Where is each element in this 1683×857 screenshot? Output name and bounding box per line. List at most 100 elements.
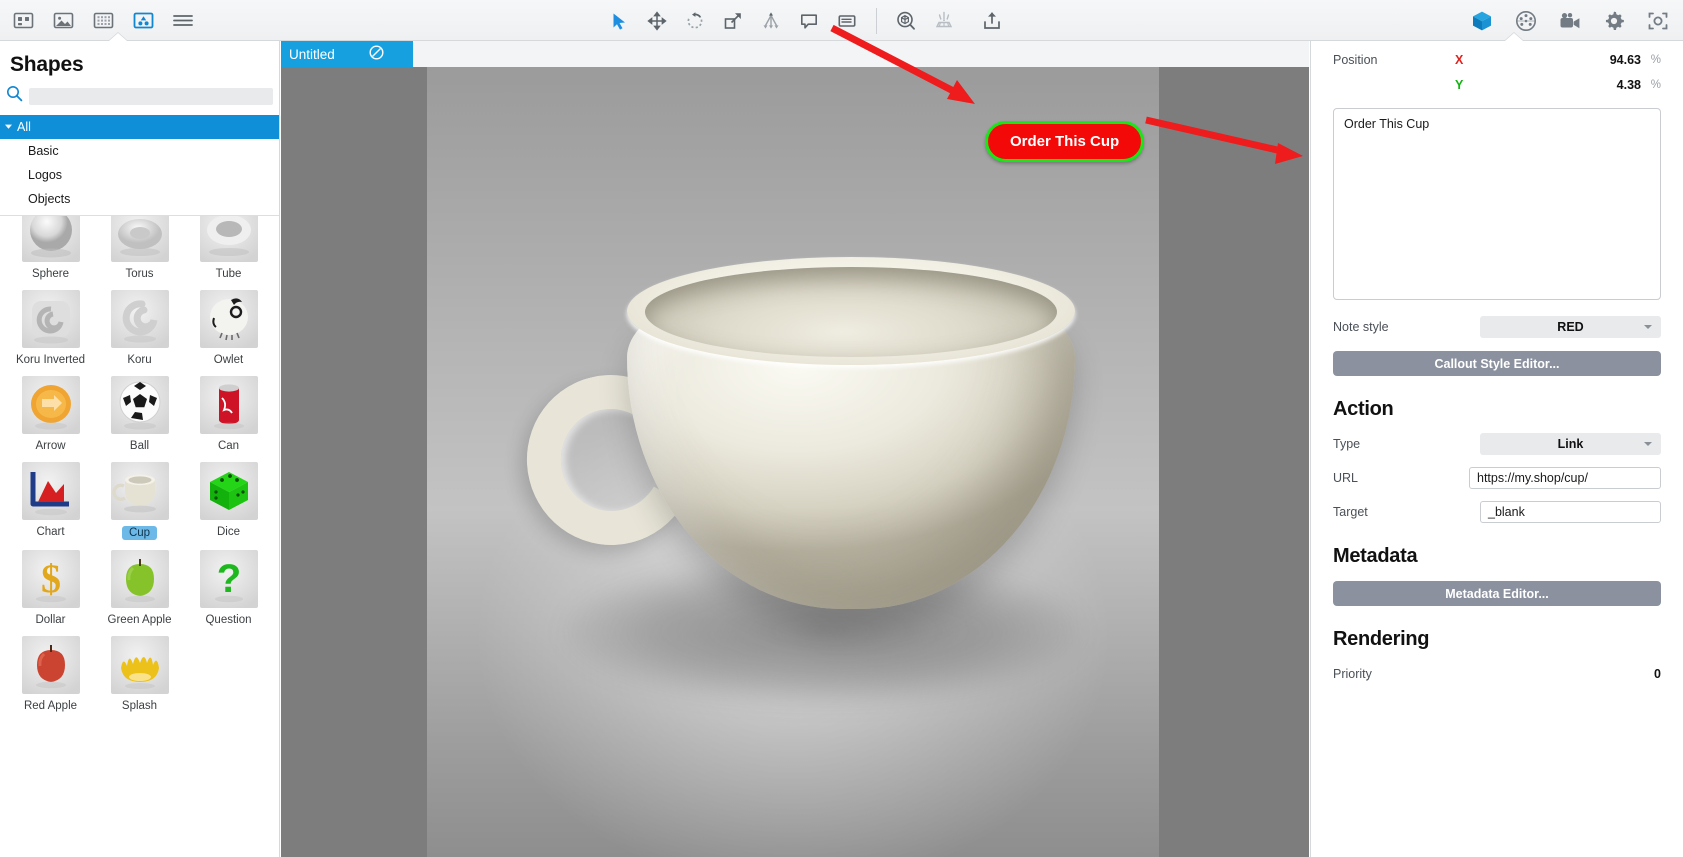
target-input[interactable]: _blank	[1480, 501, 1661, 523]
callout-style-editor-button[interactable]: Callout Style Editor...	[1333, 351, 1661, 376]
koru-inverted-thumb	[21, 290, 80, 348]
export-share-icon[interactable]	[977, 6, 1007, 36]
light-rig-icon[interactable]	[929, 6, 959, 36]
url-input[interactable]: https://my.shop/cup/	[1469, 467, 1661, 489]
action-target-label: Target	[1333, 505, 1368, 519]
shape-cell-chart[interactable]: Chart	[6, 456, 95, 544]
action-type-row: Type Link	[1333, 433, 1661, 455]
object-panel-caret	[1505, 33, 1523, 41]
hamburger-menu-icon[interactable]	[168, 5, 198, 35]
shape-cell-cup[interactable]: Cup	[95, 456, 184, 544]
position-block: Position X 94.63 % Y 4.38 %	[1333, 41, 1661, 97]
shape-cell-question[interactable]: ? Question	[184, 544, 273, 630]
shape-label: Sphere	[31, 268, 70, 280]
position-label: Position	[1333, 52, 1378, 67]
shape-cell-owlet[interactable]: Owlet	[184, 284, 273, 370]
red-apple-thumb	[21, 636, 80, 694]
tab-untitled[interactable]: Untitled	[281, 41, 413, 67]
shape-label: Owlet	[213, 354, 244, 366]
sidebar-item-objects[interactable]: Objects	[0, 187, 279, 211]
video-camera-icon[interactable]	[1555, 6, 1585, 36]
sidebar-item-logos[interactable]: Logos	[0, 163, 279, 187]
shape-cell-splash[interactable]: Splash	[95, 630, 184, 716]
cup-3d-model[interactable]	[508, 257, 1083, 705]
shape-cell-red-apple[interactable]: Red Apple	[6, 630, 95, 716]
sidebar-item-basic[interactable]: Basic	[0, 139, 279, 163]
priority-value[interactable]: 0	[1654, 667, 1661, 681]
action-type-select[interactable]: Link	[1480, 433, 1661, 455]
search-icon	[6, 85, 23, 107]
sidebar-item-label: Basic	[28, 144, 59, 158]
toolbar-center-group	[604, 0, 1007, 41]
texture-grid-icon[interactable]	[88, 5, 118, 35]
search-input[interactable]	[29, 87, 273, 105]
shape-cell-koru[interactable]: Koru	[95, 284, 184, 370]
shape-label: Question	[205, 614, 252, 626]
tab-label: Untitled	[289, 46, 335, 62]
tab-bar: Untitled	[281, 41, 1309, 67]
viewport-3d[interactable]: Order This Cup	[281, 67, 1309, 857]
cup-thumb	[110, 462, 169, 520]
shape-cell-koru-inverted[interactable]: Koru Inverted	[6, 284, 95, 370]
torus-thumb	[110, 216, 169, 262]
koru-thumb	[110, 290, 169, 348]
shape-cell-torus[interactable]: Torus	[95, 216, 184, 284]
position-y-unit: %	[1650, 78, 1661, 91]
shape-cell-tube[interactable]: Tube	[184, 216, 273, 284]
shape-cell-can[interactable]: Can	[184, 370, 273, 456]
shapes-sidebar: Shapes All Basic Logos Objects Sphere Tor…	[0, 41, 280, 857]
note-text-area[interactable]: Order This Cup	[1333, 108, 1661, 300]
question-thumb: ?	[199, 550, 258, 608]
material-sphere-icon[interactable]	[1511, 6, 1541, 36]
sphere-thumb	[21, 216, 80, 262]
shapes-panel-caret	[109, 33, 127, 41]
shape-cell-dollar[interactable]: $ Dollar	[6, 544, 95, 630]
note-style-select[interactable]: RED	[1480, 316, 1661, 338]
owlet-thumb	[199, 290, 258, 348]
axis-x-label: X	[1455, 52, 1464, 67]
action-type-value: Link	[1557, 437, 1584, 451]
scale-icon[interactable]	[718, 6, 748, 36]
note-callout-icon[interactable]	[832, 6, 862, 36]
toolbar-right-group	[1467, 0, 1673, 41]
speech-bubble-icon[interactable]	[794, 6, 824, 36]
position-x-value[interactable]: 94.63	[1610, 53, 1641, 67]
cup-interior	[645, 267, 1057, 357]
edit-pencil-circle-icon[interactable]	[369, 45, 384, 63]
shape-label: Ball	[129, 440, 150, 452]
shape-label: Chart	[36, 526, 65, 538]
capture-frame-icon[interactable]	[1643, 6, 1673, 36]
rotate-icon[interactable]	[680, 6, 710, 36]
action-type-label: Type	[1333, 437, 1361, 451]
select-arrow-icon[interactable]	[604, 6, 634, 36]
shapes-gallery[interactable]: Sphere Torus Tube Koru Inverted Koru Owlet Arr…	[0, 216, 279, 857]
shape-label: Torus	[125, 268, 154, 280]
cube-3d-icon[interactable]	[1467, 6, 1497, 36]
image-icon[interactable]	[48, 5, 78, 35]
shape-label: Tube	[215, 268, 242, 280]
node-tree-icon[interactable]	[756, 6, 786, 36]
sidebar-item-label: Logos	[28, 168, 63, 182]
assets-grid-icon[interactable]	[8, 5, 38, 35]
shape-cell-sphere[interactable]: Sphere	[6, 216, 95, 284]
shape-label: Red Apple	[23, 700, 78, 712]
position-y-value[interactable]: 4.38	[1617, 78, 1641, 92]
sidebar-item-all[interactable]: All	[0, 115, 279, 139]
preview-3d-icon[interactable]	[891, 6, 921, 36]
shape-cell-arrow[interactable]: Arrow	[6, 370, 95, 456]
shape-cell-green-apple[interactable]: Green Apple	[95, 544, 184, 630]
shape-cell-ball[interactable]: Ball	[95, 370, 184, 456]
chevron-down-icon	[1644, 325, 1652, 329]
shapes-icon[interactable]	[128, 5, 158, 35]
shape-cell-dice[interactable]: Dice	[184, 456, 273, 544]
svg-text:$: $	[41, 556, 61, 601]
metadata-editor-button[interactable]: Metadata Editor...	[1333, 581, 1661, 606]
move-icon[interactable]	[642, 6, 672, 36]
shape-label: Dollar	[35, 614, 66, 626]
callout-order-button[interactable]: Order This Cup	[985, 121, 1145, 162]
inspector-panel: Position X 94.63 % Y 4.38 % Order This C…	[1310, 41, 1683, 857]
gear-icon[interactable]	[1599, 6, 1629, 36]
tube-thumb	[199, 216, 258, 262]
position-y-row: Y 4.38 %	[1333, 72, 1661, 97]
category-list: All Basic Logos Objects	[0, 115, 279, 216]
